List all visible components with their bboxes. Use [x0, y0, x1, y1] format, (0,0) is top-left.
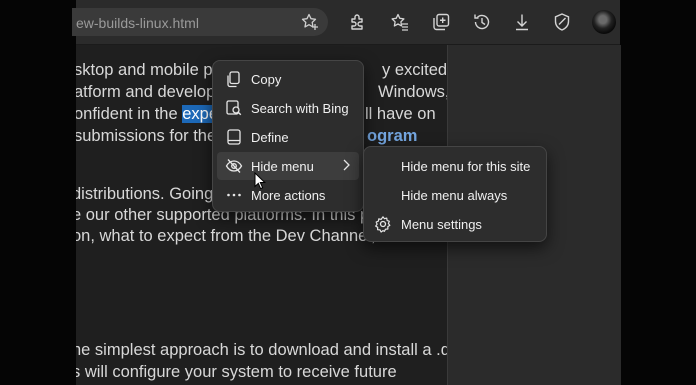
article-line: atform and develope: [76, 83, 225, 101]
article-line: he simplest approach is to download and …: [76, 341, 447, 359]
profile-avatar[interactable]: [592, 10, 616, 34]
article-line-tail: ll have on: [365, 105, 436, 123]
article-line-tail: y excited: [382, 61, 447, 79]
article-line: onfident in the experi: [76, 105, 228, 123]
menu-item-label: More actions: [251, 188, 326, 203]
menu-item-copy[interactable]: Copy: [217, 65, 359, 93]
menu-item-search-with-bing[interactable]: Search with Bing: [217, 94, 359, 122]
favorite-add-icon[interactable]: [300, 12, 320, 32]
menu-item-label: Copy: [251, 72, 282, 87]
browser-toolbar: ew-builds-linux.html: [72, 0, 620, 45]
article-line-tail: Windows,: [378, 83, 447, 101]
submenu-item-label: Hide menu for this site: [401, 159, 531, 174]
define-icon: [225, 128, 243, 146]
submenu-item-label: Menu settings: [401, 217, 482, 232]
article-line: on, what to expect from the Dev Channel,…: [76, 227, 408, 245]
submenu-item-hide-always[interactable]: Hide menu always: [368, 181, 542, 209]
address-text: ew-builds-linux.html: [76, 15, 199, 31]
browser-essentials-icon[interactable]: [552, 12, 572, 32]
collections-icon[interactable]: [431, 12, 451, 32]
context-menu: Copy Search with Bing Define Hide menu M…: [212, 60, 364, 212]
hide-menu-icon: [225, 157, 243, 175]
menu-item-more-actions[interactable]: More actions: [217, 181, 359, 209]
article-line: s will configure your system to receive …: [76, 363, 397, 381]
history-icon[interactable]: [472, 12, 492, 32]
article-line: submissions for the M: [76, 127, 235, 145]
address-bar[interactable]: ew-builds-linux.html: [72, 8, 328, 36]
more-actions-icon: [225, 186, 243, 204]
menu-item-label: Search with Bing: [251, 101, 349, 116]
submenu-item-hide-for-site[interactable]: Hide menu for this site: [368, 152, 542, 180]
search-with-bing-icon: [225, 99, 243, 117]
submenu-item-label: Hide menu always: [401, 188, 508, 203]
article-link-tail[interactable]: ogram: [367, 127, 417, 146]
hide-menu-submenu: Hide menu for this site Hide menu always…: [363, 146, 547, 242]
article-line: distributions. Going fo: [76, 185, 232, 203]
chevron-right-icon: [339, 156, 353, 174]
submenu-item-menu-settings[interactable]: Menu settings: [368, 210, 542, 238]
article-line: sktop and mobile plat: [76, 61, 230, 79]
menu-item-label: Define: [251, 130, 289, 145]
copy-icon: [225, 70, 243, 88]
mouse-cursor-icon: [254, 172, 266, 190]
settings-icon: [374, 215, 392, 233]
right-letterbox: [620, 0, 696, 385]
menu-item-define[interactable]: Define: [217, 123, 359, 151]
left-letterbox: [0, 0, 76, 385]
downloads-icon[interactable]: [512, 12, 532, 32]
favorites-icon[interactable]: [390, 12, 410, 32]
extensions-icon[interactable]: [348, 12, 368, 32]
menu-item-hide-menu[interactable]: Hide menu: [217, 152, 359, 180]
